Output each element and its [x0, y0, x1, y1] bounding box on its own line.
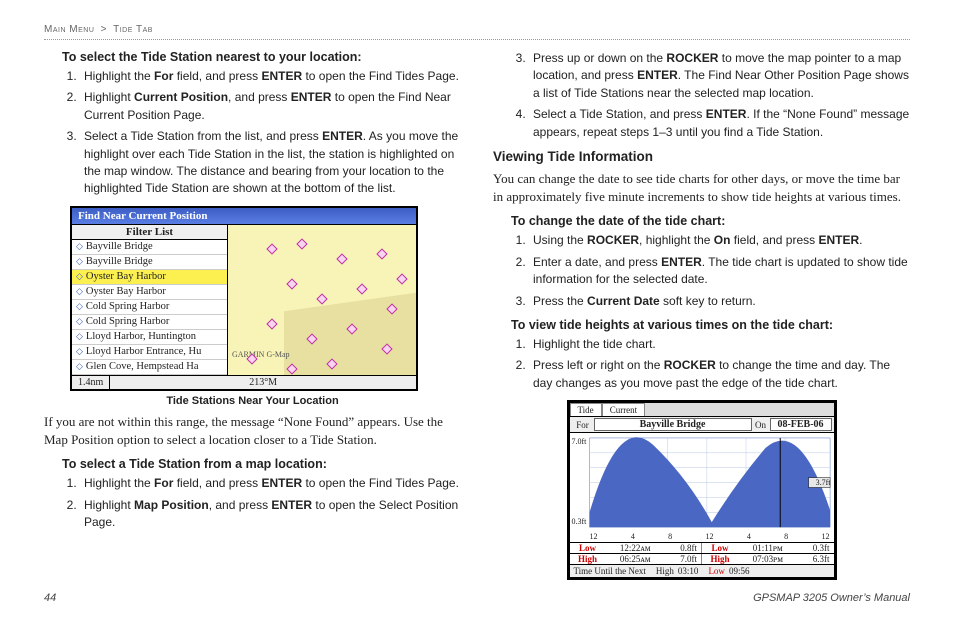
breadcrumb: Main Menu > Tide Tab — [44, 24, 910, 35]
tide-station-marker-icon[interactable] — [286, 278, 297, 289]
tide-station-marker-icon[interactable] — [296, 238, 307, 249]
tide-station-marker-icon[interactable] — [336, 253, 347, 264]
heading-view-heights: To view tide heights at various times on… — [493, 318, 910, 332]
window-title: Find Near Current Position — [72, 208, 416, 225]
step: Highlight the tide chart. — [529, 336, 910, 353]
tab-current[interactable]: Current — [602, 403, 646, 416]
figure-tide-chart: Tide Current For Bayville Bridge On 08-F… — [493, 400, 910, 580]
step: Highlight the For field, and press ENTER… — [80, 68, 461, 85]
step: Highlight Map Position, and press ENTER … — [80, 497, 461, 532]
list-item[interactable]: ◇Oyster Bay Harbor — [72, 270, 227, 285]
low2-cell: Low01:11ᴘᴍ0.3ft — [702, 543, 834, 553]
steps-view-heights: Highlight the tide chart. Press left or … — [529, 336, 910, 392]
header-divider — [44, 39, 910, 40]
steps-select-nearest: Highlight the For field, and press ENTER… — [80, 68, 461, 198]
y-max: 7.0ft — [572, 437, 587, 446]
list-item[interactable]: ◇Bayville Bridge — [72, 240, 227, 255]
list-item[interactable]: ◇Oyster Bay Harbor — [72, 285, 227, 300]
crumb-main-menu: Main Menu — [44, 24, 94, 35]
filter-list-button[interactable]: Filter List — [72, 225, 227, 240]
for-label: For — [572, 420, 594, 430]
manual-title: GPSMAP 3205 Owner’s Manual — [753, 592, 910, 604]
figure-caption: Tide Stations Near Your Location — [44, 395, 461, 407]
for-field[interactable]: Bayville Bridge — [594, 418, 752, 431]
step: Press the Current Date soft key to retur… — [529, 293, 910, 310]
step: Press left or right on the ROCKER to cha… — [529, 357, 910, 392]
list-item[interactable]: ◇Glen Cove, Hempstead Ha — [72, 360, 227, 375]
step: Highlight Current Position, and press EN… — [80, 89, 461, 124]
on-label: On — [752, 420, 770, 430]
map-footer: 1.4nm 213°M — [72, 375, 416, 389]
map-attribution: GARMIN G-Map — [232, 350, 290, 359]
crumb-tide-tab: Tide Tab — [113, 24, 153, 35]
distance-value: 1.4nm — [72, 376, 110, 389]
page-number: 44 — [44, 592, 56, 604]
heading-change-date: To change the date of the tide chart: — [493, 214, 910, 228]
body-paragraph: If you are not within this range, the me… — [44, 413, 461, 449]
step: Press up or down on the ROCKER to move t… — [529, 50, 910, 102]
steps-select-from-map-cont: Press up or down on the ROCKER to move t… — [529, 50, 910, 141]
list-item[interactable]: ◇Lloyd Harbor, Huntington — [72, 330, 227, 345]
section-viewing-tide: Viewing Tide Information — [493, 149, 910, 164]
x-tick: 8 — [668, 532, 672, 541]
on-field[interactable]: 08-FEB-06 — [770, 418, 832, 431]
x-tick: 4 — [631, 532, 635, 541]
bearing-value: 213°M — [110, 376, 416, 389]
step: Highlight the For field, and press ENTER… — [80, 475, 461, 492]
tide-plot[interactable]: 7.0ft 0.3ft 3.7ft 12 4 8 12 4 8 12 — [570, 433, 834, 543]
steps-change-date: Using the ROCKER, highlight the On field… — [529, 232, 910, 310]
tide-station-marker-icon[interactable] — [396, 273, 407, 284]
map-view[interactable]: GARMIN G-Map — [228, 225, 416, 375]
step: Enter a date, and press ENTER. The tide … — [529, 254, 910, 289]
figure-tide-stations-map: Find Near Current Position Filter List ◇… — [44, 206, 461, 407]
body-paragraph: You can change the date to see tide char… — [493, 170, 910, 206]
right-column: Press up or down on the ROCKER to move t… — [493, 50, 910, 586]
steps-select-from-map: Highlight the For field, and press ENTER… — [80, 475, 461, 531]
high1-cell: High06:25ᴀᴍ7.0ft — [570, 554, 703, 564]
list-item[interactable]: ◇Cold Spring Harbor — [72, 300, 227, 315]
station-list: Filter List ◇Bayville Bridge◇Bayville Br… — [72, 225, 228, 375]
step: Using the ROCKER, highlight the On field… — [529, 232, 910, 249]
marker-value: 3.7ft — [816, 478, 831, 487]
x-tick: 12 — [821, 532, 829, 541]
heading-select-nearest: To select the Tide Station nearest to yo… — [44, 50, 461, 64]
crumb-sep: > — [101, 24, 107, 35]
tide-station-marker-icon[interactable] — [356, 283, 367, 294]
tab-row: Tide Current — [570, 403, 834, 417]
y-min: 0.3ft — [572, 517, 587, 526]
x-tick: 12 — [590, 532, 598, 541]
tab-tide[interactable]: Tide — [570, 403, 602, 416]
tide-station-marker-icon[interactable] — [316, 293, 327, 304]
step: Select a Tide Station, and press ENTER. … — [529, 106, 910, 141]
left-column: To select the Tide Station nearest to yo… — [44, 50, 461, 586]
low1-cell: Low12:22ᴀᴍ0.8ft — [570, 543, 703, 553]
step: Select a Tide Station from the list, and… — [80, 128, 461, 198]
page-footer: 44 GPSMAP 3205 Owner’s Manual — [44, 592, 910, 604]
heading-select-from-map: To select a Tide Station from a map loca… — [44, 457, 461, 471]
high2-cell: High07:03ᴘᴍ6.3ft — [702, 554, 834, 564]
x-tick: 4 — [747, 532, 751, 541]
tide-station-marker-icon[interactable] — [266, 318, 277, 329]
list-item[interactable]: ◇Lloyd Harbor Entrance, Hu — [72, 345, 227, 360]
x-tick: 12 — [705, 532, 713, 541]
list-item[interactable]: ◇Cold Spring Harbor — [72, 315, 227, 330]
tide-station-marker-icon[interactable] — [376, 248, 387, 259]
list-item[interactable]: ◇Bayville Bridge — [72, 255, 227, 270]
x-tick: 8 — [784, 532, 788, 541]
tide-station-marker-icon[interactable] — [266, 243, 277, 254]
time-until-next-row: Time Until the Next High03:10 Low09:56 — [570, 565, 834, 577]
